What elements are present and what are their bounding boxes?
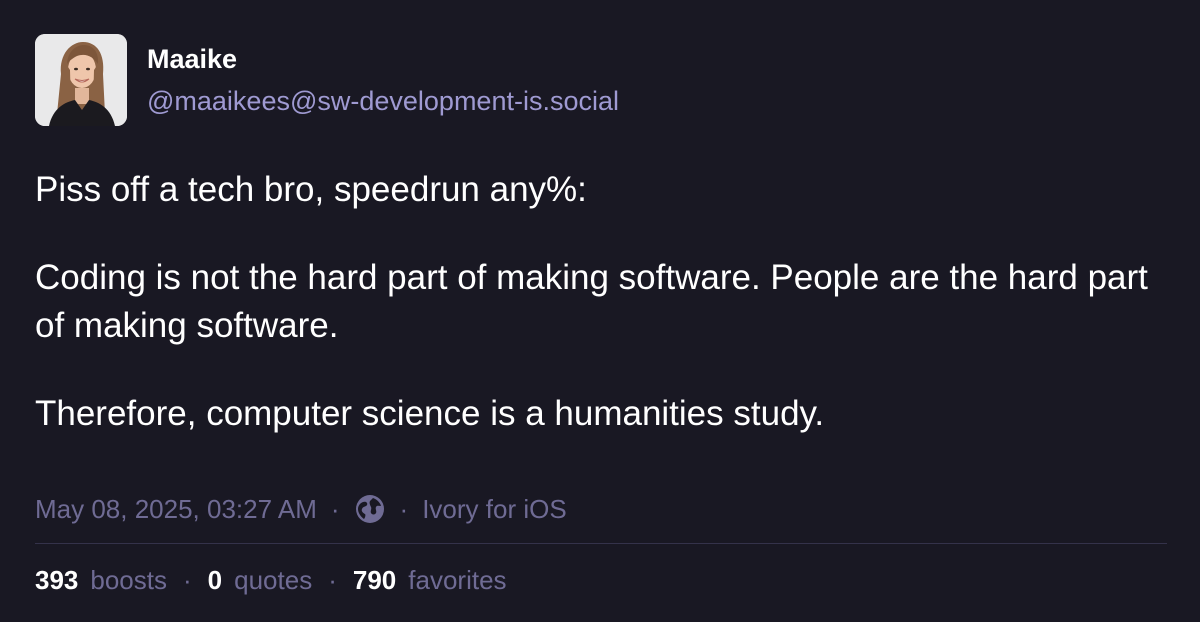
quotes-count[interactable]: 0 (208, 562, 222, 598)
author-identity: Maaike @maaikees@sw-development-is.socia… (147, 34, 619, 118)
post-meta: May 08, 2025, 03:27 AM · · Ivory for iOS (35, 491, 567, 527)
meta-separator: · (399, 494, 409, 524)
globe-icon (354, 493, 386, 525)
post-card: Maaike @maaikees@sw-development-is.socia… (0, 0, 1200, 622)
client-app[interactable]: Ivory for iOS (422, 491, 566, 527)
post-timestamp[interactable]: May 08, 2025, 03:27 AM (35, 491, 317, 527)
avatar[interactable] (35, 34, 127, 126)
post-paragraph: Coding is not the hard part of making so… (35, 258, 1148, 345)
quotes-label[interactable]: quotes (234, 562, 312, 598)
stats-separator: · (328, 565, 337, 595)
avatar-image (35, 34, 127, 126)
divider (35, 543, 1167, 544)
post-stats: 393 boosts · 0 quotes · 790 favorites (35, 562, 507, 598)
stats-separator: · (183, 565, 192, 595)
boosts-count[interactable]: 393 (35, 562, 78, 598)
favorites-count[interactable]: 790 (353, 562, 396, 598)
post-paragraph: Piss off a tech bro, speedrun any%: (35, 170, 587, 209)
post-content: Piss off a tech bro, speedrun any%: Codi… (35, 166, 1175, 478)
meta-separator: · (330, 494, 340, 524)
post-header: Maaike @maaikees@sw-development-is.socia… (35, 34, 619, 126)
post-paragraph: Therefore, computer science is a humanit… (35, 394, 825, 433)
boosts-label[interactable]: boosts (90, 562, 167, 598)
favorites-label[interactable]: favorites (408, 562, 506, 598)
account-handle[interactable]: @maaikees@sw-development-is.social (147, 84, 619, 118)
display-name[interactable]: Maaike (147, 42, 619, 76)
